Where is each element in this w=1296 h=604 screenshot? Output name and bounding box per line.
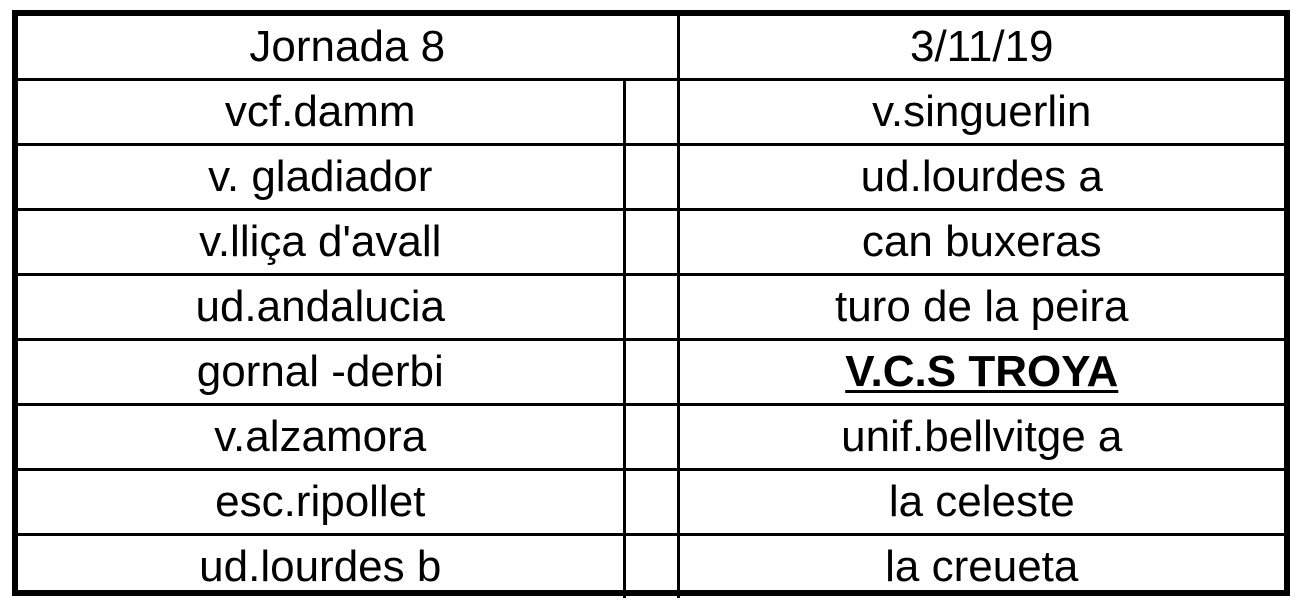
table-row: gornal -derbi V.C.S TROYA [18, 338, 1284, 406]
home-team: esc.ripollet [18, 468, 626, 536]
home-team: v. gladiador [18, 143, 626, 211]
separator-cell [622, 468, 680, 536]
round-label: Jornada 8 [18, 16, 680, 81]
separator-cell [622, 338, 680, 406]
header-row: Jornada 8 3/11/19 [18, 16, 1284, 81]
away-team: la creueta [676, 533, 1284, 598]
highlighted-team-name: V.C.S TROYA [845, 347, 1119, 396]
home-team: vcf.damm [18, 78, 626, 146]
table-row: ud.lourdes b la creueta [18, 533, 1284, 598]
separator-cell [622, 273, 680, 341]
table-row: vcf.damm v.singuerlin [18, 78, 1284, 146]
fixtures-table: Jornada 8 3/11/19 vcf.damm v.singuerlin … [18, 16, 1284, 598]
home-team: ud.lourdes b [18, 533, 626, 598]
table-row: v.lliça d'avall can buxeras [18, 208, 1284, 276]
table-row: v.alzamora unif.bellvitge a [18, 403, 1284, 471]
home-team: gornal -derbi [18, 338, 626, 406]
separator-cell [622, 78, 680, 146]
away-team: turo de la peira [676, 273, 1284, 341]
home-team: v.lliça d'avall [18, 208, 626, 276]
table-row: ud.andalucia turo de la peira [18, 273, 1284, 341]
away-team: unif.bellvitge a [676, 403, 1284, 471]
home-team: v.alzamora [18, 403, 626, 471]
away-team-highlighted: V.C.S TROYA [676, 338, 1284, 406]
away-team: can buxeras [676, 208, 1284, 276]
separator-cell [622, 208, 680, 276]
separator-cell [622, 143, 680, 211]
table-row: esc.ripollet la celeste [18, 468, 1284, 536]
separator-cell [622, 403, 680, 471]
away-team: v.singuerlin [676, 78, 1284, 146]
separator-cell [622, 533, 680, 598]
away-team: la celeste [676, 468, 1284, 536]
match-date: 3/11/19 [676, 16, 1284, 81]
away-team: ud.lourdes a [676, 143, 1284, 211]
fixtures-sheet: Jornada 8 3/11/19 vcf.damm v.singuerlin … [12, 10, 1290, 598]
table-row: v. gladiador ud.lourdes a [18, 143, 1284, 211]
home-team: ud.andalucia [18, 273, 626, 341]
